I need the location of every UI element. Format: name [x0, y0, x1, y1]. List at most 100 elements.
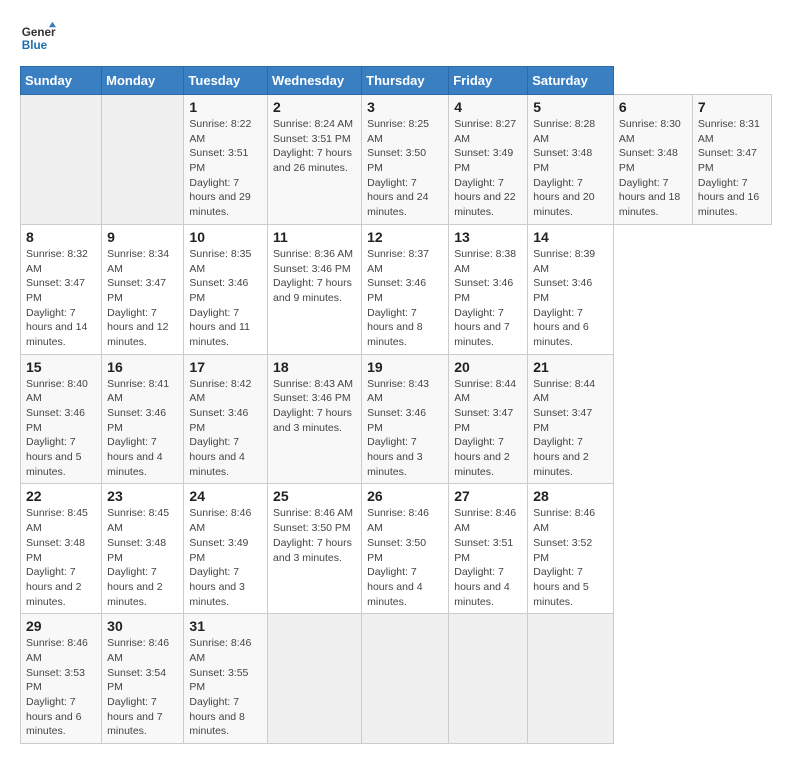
day-number: 5: [533, 99, 608, 115]
day-info: Sunrise: 8:46 AM Sunset: 3:50 PM Dayligh…: [273, 506, 356, 565]
calendar-week-3: 15 Sunrise: 8:40 AM Sunset: 3:46 PM Dayl…: [21, 354, 772, 484]
day-info: Sunrise: 8:46 AM Sunset: 3:51 PM Dayligh…: [454, 506, 522, 609]
day-number: 4: [454, 99, 522, 115]
day-number: 20: [454, 359, 522, 375]
calendar-cell: 17 Sunrise: 8:42 AM Sunset: 3:46 PM Dayl…: [184, 354, 268, 484]
calendar-cell: 30 Sunrise: 8:46 AM Sunset: 3:54 PM Dayl…: [102, 614, 184, 744]
calendar-cell: [21, 95, 102, 225]
day-number: 13: [454, 229, 522, 245]
day-number: 26: [367, 488, 443, 504]
calendar-header-row: SundayMondayTuesdayWednesdayThursdayFrid…: [21, 67, 772, 95]
day-number: 18: [273, 359, 356, 375]
day-number: 30: [107, 618, 178, 634]
calendar-cell: 31 Sunrise: 8:46 AM Sunset: 3:55 PM Dayl…: [184, 614, 268, 744]
calendar-cell: 1 Sunrise: 8:22 AM Sunset: 3:51 PM Dayli…: [184, 95, 268, 225]
logo-icon: General Blue: [20, 20, 56, 56]
calendar-week-1: 1 Sunrise: 8:22 AM Sunset: 3:51 PM Dayli…: [21, 95, 772, 225]
calendar-cell: 9 Sunrise: 8:34 AM Sunset: 3:47 PM Dayli…: [102, 224, 184, 354]
day-info: Sunrise: 8:36 AM Sunset: 3:46 PM Dayligh…: [273, 247, 356, 306]
calendar-cell: 8 Sunrise: 8:32 AM Sunset: 3:47 PM Dayli…: [21, 224, 102, 354]
calendar-cell: [362, 614, 449, 744]
day-number: 10: [189, 229, 262, 245]
day-info: Sunrise: 8:44 AM Sunset: 3:47 PM Dayligh…: [533, 377, 608, 480]
day-info: Sunrise: 8:25 AM Sunset: 3:50 PM Dayligh…: [367, 117, 443, 220]
day-header-wednesday: Wednesday: [268, 67, 362, 95]
day-info: Sunrise: 8:38 AM Sunset: 3:46 PM Dayligh…: [454, 247, 522, 350]
calendar-cell: 29 Sunrise: 8:46 AM Sunset: 3:53 PM Dayl…: [21, 614, 102, 744]
day-number: 2: [273, 99, 356, 115]
day-number: 1: [189, 99, 262, 115]
day-info: Sunrise: 8:46 AM Sunset: 3:54 PM Dayligh…: [107, 636, 178, 739]
day-info: Sunrise: 8:28 AM Sunset: 3:48 PM Dayligh…: [533, 117, 608, 220]
calendar-cell: 3 Sunrise: 8:25 AM Sunset: 3:50 PM Dayli…: [362, 95, 449, 225]
day-number: 9: [107, 229, 178, 245]
day-info: Sunrise: 8:32 AM Sunset: 3:47 PM Dayligh…: [26, 247, 96, 350]
logo: General Blue: [20, 20, 56, 56]
day-number: 29: [26, 618, 96, 634]
day-info: Sunrise: 8:42 AM Sunset: 3:46 PM Dayligh…: [189, 377, 262, 480]
day-header-monday: Monday: [102, 67, 184, 95]
calendar-cell: 18 Sunrise: 8:43 AM Sunset: 3:46 PM Dayl…: [268, 354, 362, 484]
calendar-cell: 15 Sunrise: 8:40 AM Sunset: 3:46 PM Dayl…: [21, 354, 102, 484]
day-info: Sunrise: 8:41 AM Sunset: 3:46 PM Dayligh…: [107, 377, 178, 480]
calendar-table: SundayMondayTuesdayWednesdayThursdayFrid…: [20, 66, 772, 744]
svg-text:Blue: Blue: [22, 39, 48, 52]
calendar-cell: 2 Sunrise: 8:24 AM Sunset: 3:51 PM Dayli…: [268, 95, 362, 225]
calendar-cell: [449, 614, 528, 744]
day-info: Sunrise: 8:46 AM Sunset: 3:53 PM Dayligh…: [26, 636, 96, 739]
day-header-friday: Friday: [449, 67, 528, 95]
day-number: 24: [189, 488, 262, 504]
calendar-cell: 19 Sunrise: 8:43 AM Sunset: 3:46 PM Dayl…: [362, 354, 449, 484]
day-info: Sunrise: 8:45 AM Sunset: 3:48 PM Dayligh…: [26, 506, 96, 609]
page-header: General Blue: [20, 20, 772, 56]
day-header-sunday: Sunday: [21, 67, 102, 95]
calendar-cell: 26 Sunrise: 8:46 AM Sunset: 3:50 PM Dayl…: [362, 484, 449, 614]
day-number: 22: [26, 488, 96, 504]
day-number: 31: [189, 618, 262, 634]
day-info: Sunrise: 8:34 AM Sunset: 3:47 PM Dayligh…: [107, 247, 178, 350]
day-number: 15: [26, 359, 96, 375]
calendar-cell: 22 Sunrise: 8:45 AM Sunset: 3:48 PM Dayl…: [21, 484, 102, 614]
calendar-cell: [268, 614, 362, 744]
day-number: 23: [107, 488, 178, 504]
calendar-cell: [102, 95, 184, 225]
day-info: Sunrise: 8:43 AM Sunset: 3:46 PM Dayligh…: [273, 377, 356, 436]
calendar-week-4: 22 Sunrise: 8:45 AM Sunset: 3:48 PM Dayl…: [21, 484, 772, 614]
day-number: 21: [533, 359, 608, 375]
calendar-cell: 6 Sunrise: 8:30 AM Sunset: 3:48 PM Dayli…: [613, 95, 692, 225]
calendar-cell: 24 Sunrise: 8:46 AM Sunset: 3:49 PM Dayl…: [184, 484, 268, 614]
day-info: Sunrise: 8:46 AM Sunset: 3:49 PM Dayligh…: [189, 506, 262, 609]
day-header-thursday: Thursday: [362, 67, 449, 95]
calendar-cell: 21 Sunrise: 8:44 AM Sunset: 3:47 PM Dayl…: [528, 354, 614, 484]
day-number: 3: [367, 99, 443, 115]
svg-text:General: General: [22, 26, 56, 39]
day-info: Sunrise: 8:31 AM Sunset: 3:47 PM Dayligh…: [698, 117, 766, 220]
calendar-cell: 25 Sunrise: 8:46 AM Sunset: 3:50 PM Dayl…: [268, 484, 362, 614]
day-info: Sunrise: 8:27 AM Sunset: 3:49 PM Dayligh…: [454, 117, 522, 220]
day-info: Sunrise: 8:46 AM Sunset: 3:50 PM Dayligh…: [367, 506, 443, 609]
day-header-tuesday: Tuesday: [184, 67, 268, 95]
day-info: Sunrise: 8:45 AM Sunset: 3:48 PM Dayligh…: [107, 506, 178, 609]
day-info: Sunrise: 8:35 AM Sunset: 3:46 PM Dayligh…: [189, 247, 262, 350]
day-number: 28: [533, 488, 608, 504]
calendar-cell: 4 Sunrise: 8:27 AM Sunset: 3:49 PM Dayli…: [449, 95, 528, 225]
day-number: 6: [619, 99, 687, 115]
day-info: Sunrise: 8:39 AM Sunset: 3:46 PM Dayligh…: [533, 247, 608, 350]
calendar-week-2: 8 Sunrise: 8:32 AM Sunset: 3:47 PM Dayli…: [21, 224, 772, 354]
calendar-cell: [528, 614, 614, 744]
calendar-cell: 16 Sunrise: 8:41 AM Sunset: 3:46 PM Dayl…: [102, 354, 184, 484]
calendar-cell: 5 Sunrise: 8:28 AM Sunset: 3:48 PM Dayli…: [528, 95, 614, 225]
calendar-cell: 10 Sunrise: 8:35 AM Sunset: 3:46 PM Dayl…: [184, 224, 268, 354]
day-number: 27: [454, 488, 522, 504]
calendar-cell: 12 Sunrise: 8:37 AM Sunset: 3:46 PM Dayl…: [362, 224, 449, 354]
calendar-cell: 7 Sunrise: 8:31 AM Sunset: 3:47 PM Dayli…: [692, 95, 771, 225]
calendar-cell: 13 Sunrise: 8:38 AM Sunset: 3:46 PM Dayl…: [449, 224, 528, 354]
calendar-cell: 27 Sunrise: 8:46 AM Sunset: 3:51 PM Dayl…: [449, 484, 528, 614]
day-info: Sunrise: 8:43 AM Sunset: 3:46 PM Dayligh…: [367, 377, 443, 480]
day-header-saturday: Saturday: [528, 67, 614, 95]
day-info: Sunrise: 8:44 AM Sunset: 3:47 PM Dayligh…: [454, 377, 522, 480]
calendar-cell: 20 Sunrise: 8:44 AM Sunset: 3:47 PM Dayl…: [449, 354, 528, 484]
calendar-cell: 23 Sunrise: 8:45 AM Sunset: 3:48 PM Dayl…: [102, 484, 184, 614]
day-number: 14: [533, 229, 608, 245]
day-info: Sunrise: 8:22 AM Sunset: 3:51 PM Dayligh…: [189, 117, 262, 220]
